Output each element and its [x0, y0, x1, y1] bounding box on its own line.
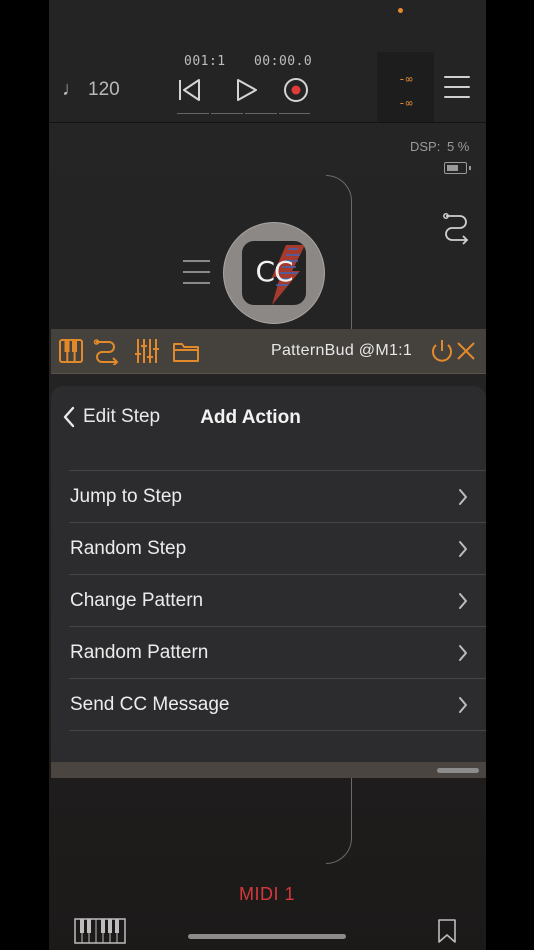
add-action-panel: Edit Step Add Action Jump to Step Random…: [51, 386, 486, 778]
time-counter: 00:00.0: [253, 54, 313, 69]
list-item-jump-to-step[interactable]: Jump to Step: [69, 471, 486, 523]
list-item-label: Random Pattern: [70, 642, 209, 663]
node-menu-icon: [183, 260, 210, 262]
menu-icon: [444, 76, 470, 78]
music-note-icon: ♩: [62, 78, 82, 100]
routing-plugin-icon[interactable]: [93, 337, 121, 365]
keyboard-icon[interactable]: [74, 918, 126, 944]
plugin-title: PatternBud @M1:1: [271, 342, 413, 359]
mixer-sliders-icon[interactable]: [133, 337, 161, 365]
status-dot: [398, 8, 403, 13]
left-letterbox: [0, 0, 49, 950]
output-meter[interactable]: -∞ -∞: [377, 52, 434, 122]
plugin-header-bar: PatternBud @M1:1: [51, 329, 486, 374]
dsp-label: DSP:: [410, 139, 441, 154]
transport-counters: 001:1 00:00.0: [184, 54, 312, 69]
rewind-underline: [177, 113, 209, 114]
battery-icon: [444, 162, 471, 174]
dsp-value: 5 %: [446, 139, 470, 154]
bookmark-icon[interactable]: [437, 918, 457, 944]
main-menu-button[interactable]: [444, 76, 470, 104]
record-icon: [284, 78, 308, 102]
home-indicator[interactable]: [188, 934, 346, 939]
record-underline: [279, 113, 310, 114]
chevron-right-icon: [459, 489, 467, 505]
panel-resize-bar: [51, 762, 486, 778]
action-list: Jump to Step Random Step Change Pattern …: [69, 470, 486, 731]
tempo-control[interactable]: ♩ 120: [62, 78, 120, 101]
plugin-node[interactable]: CC: [223, 222, 325, 324]
piano-keys-icon[interactable]: [57, 337, 85, 365]
play-button[interactable]: [230, 74, 262, 106]
play-underline: [211, 113, 243, 114]
close-icon[interactable]: [455, 340, 477, 362]
record-button[interactable]: [280, 74, 312, 106]
folder-icon[interactable]: [172, 337, 200, 365]
tempo-value: 120: [88, 78, 120, 100]
cable-line-top: [326, 175, 352, 335]
list-item-random-pattern[interactable]: Random Pattern: [69, 627, 486, 679]
position-counter: 001:1: [184, 54, 226, 69]
list-item-label: Send CC Message: [70, 694, 230, 715]
play-underline-2: [245, 113, 277, 114]
chevron-right-icon: [459, 541, 467, 557]
list-item-label: Change Pattern: [70, 590, 204, 611]
midi-channel-label[interactable]: MIDI 1: [0, 884, 534, 905]
play-icon: [237, 79, 257, 101]
plugin-tile: CC: [242, 241, 306, 305]
plugin-node-label: CC: [255, 255, 293, 288]
dsp-readout: DSP: 5 %: [410, 139, 469, 154]
list-item-label: Jump to Step: [70, 486, 182, 507]
chevron-right-icon: [459, 593, 467, 609]
routing-icon: [443, 213, 469, 245]
node-menu-button[interactable]: [183, 260, 210, 293]
routing-button[interactable]: [442, 212, 472, 253]
chevron-right-icon: [459, 645, 467, 661]
chevron-right-icon: [459, 697, 467, 713]
list-item-random-step[interactable]: Random Step: [69, 523, 486, 575]
list-item-change-pattern[interactable]: Change Pattern: [69, 575, 486, 627]
resize-handle[interactable]: [437, 768, 479, 773]
panel-title: Add Action: [200, 407, 301, 428]
right-letterbox: [485, 0, 534, 950]
meter-left-value: -∞: [398, 72, 413, 86]
power-icon[interactable]: [429, 337, 455, 365]
list-item-label: Random Step: [70, 538, 187, 559]
list-item-send-cc-message[interactable]: Send CC Message: [69, 679, 486, 731]
rewind-button[interactable]: [173, 74, 205, 106]
cable-line-bottom: [326, 770, 352, 864]
meter-right-value: -∞: [398, 96, 413, 110]
skip-back-icon: [179, 79, 200, 101]
